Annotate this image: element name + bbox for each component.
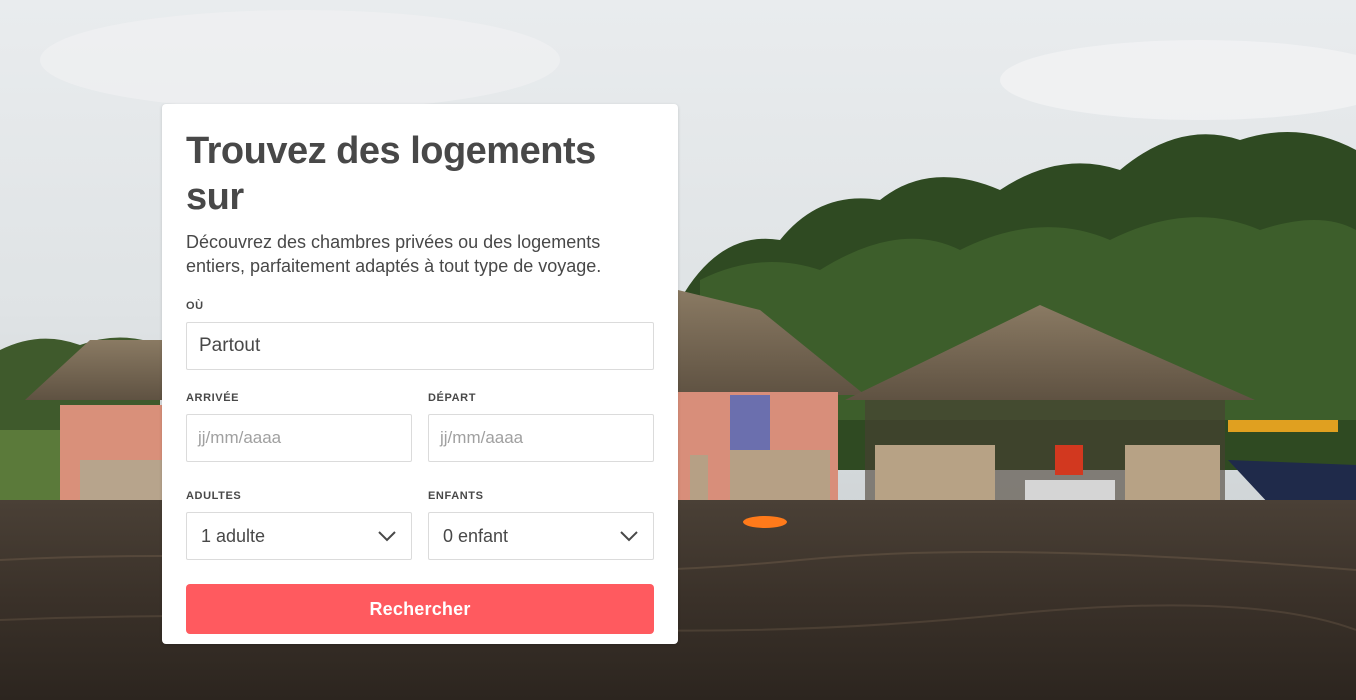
guests-row: Adultes 1 adulte Enfants 0 enfant xyxy=(186,488,654,560)
checkin-input[interactable]: jj/mm/aaaa xyxy=(186,414,412,462)
where-input-value: Partout xyxy=(199,335,261,356)
where-input[interactable]: Partout xyxy=(186,322,654,370)
search-card: Trouvez des logements sur Découvrez des … xyxy=(162,104,678,644)
children-label: Enfants xyxy=(428,490,484,502)
checkout-input[interactable]: jj/mm/aaaa xyxy=(428,414,654,462)
children-select[interactable]: 0 enfant xyxy=(428,512,654,560)
checkin-field: Arrivée jj/mm/aaaa xyxy=(186,390,412,462)
adults-select[interactable]: 1 adulte xyxy=(186,512,412,560)
children-field: Enfants 0 enfant xyxy=(428,488,654,560)
adults-field: Adultes 1 adulte xyxy=(186,488,412,560)
adults-label: Adultes xyxy=(186,490,242,502)
checkout-field: Départ jj/mm/aaaa xyxy=(428,390,654,462)
adults-select-value: 1 adulte xyxy=(201,525,266,546)
chevron-down-icon xyxy=(377,526,397,546)
chevron-down-icon xyxy=(619,526,639,546)
checkin-placeholder: jj/mm/aaaa xyxy=(198,428,282,447)
dates-row: Arrivée jj/mm/aaaa Départ jj/mm/aaaa xyxy=(186,390,654,462)
checkout-label: Départ xyxy=(428,392,477,404)
search-card-title: Trouvez des logements sur xyxy=(186,130,596,218)
where-label: Où xyxy=(186,300,204,312)
search-button[interactable]: Rechercher xyxy=(186,584,654,634)
checkout-placeholder: jj/mm/aaaa xyxy=(440,428,524,447)
children-select-value: 0 enfant xyxy=(443,525,509,546)
checkin-label: Arrivée xyxy=(186,392,240,404)
search-card-subtitle: Découvrez des chambres privées ou des lo… xyxy=(186,232,602,276)
